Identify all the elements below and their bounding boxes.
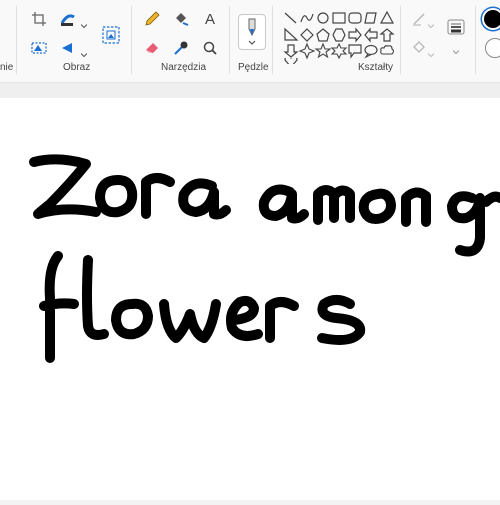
color-picker-icon[interactable] <box>173 40 189 56</box>
chevron-down-icon[interactable] <box>80 16 88 29</box>
arrow-down-shape-icon[interactable] <box>283 43 299 59</box>
five-point-star-shape-icon[interactable] <box>314 42 332 59</box>
diamond-shape-icon[interactable] <box>299 27 315 43</box>
brushes-button[interactable] <box>238 14 266 50</box>
group-separator <box>475 6 476 74</box>
select-icon[interactable] <box>31 40 47 56</box>
chevron-down-icon[interactable] <box>427 45 435 58</box>
group-label-ksztalty: Kształty <box>358 62 394 73</box>
primary-color-swatch[interactable] <box>484 10 500 28</box>
stroke-size-icon[interactable] <box>447 18 465 36</box>
group-label-pedzle: Pędzle <box>238 62 269 73</box>
handwriting-layer <box>29 154 500 363</box>
curve-shape-icon[interactable] <box>299 10 315 26</box>
pentagon-shape-icon[interactable] <box>315 27 331 43</box>
hexagon-shape-icon[interactable] <box>331 27 347 43</box>
group-separator <box>16 6 17 74</box>
four-point-star-shape-icon[interactable] <box>298 42 316 60</box>
shape-fill-icon[interactable] <box>411 40 427 56</box>
chevron-down-icon[interactable] <box>427 16 435 29</box>
triangle-shape-icon[interactable] <box>379 10 395 26</box>
shape-outline-icon[interactable] <box>411 11 427 27</box>
group-label-narzedzia: Narzędzia <box>161 62 207 73</box>
eraser-icon[interactable] <box>144 40 160 56</box>
polygon-shape-icon[interactable] <box>363 10 379 26</box>
rotate-flip-icon[interactable] <box>60 40 76 56</box>
cloud-bubble-shape-icon[interactable] <box>379 43 395 59</box>
group-separator <box>272 6 273 74</box>
chevron-down-icon[interactable] <box>452 42 460 55</box>
ribbon: nie Obraz A Narzędzia Pędzle Kształty <box>0 0 500 82</box>
secondary-color-swatch[interactable] <box>485 38 500 58</box>
crop-icon[interactable] <box>31 11 47 27</box>
group-separator <box>131 6 132 74</box>
group-separator <box>400 6 401 74</box>
oval-shape-icon[interactable] <box>315 10 331 26</box>
arrow-right-shape-icon[interactable] <box>347 27 363 43</box>
line-shape-icon[interactable] <box>283 10 299 26</box>
drawing-canvas[interactable] <box>0 98 500 500</box>
rounded-rectangle-shape-icon[interactable] <box>347 10 363 26</box>
magnifier-icon[interactable] <box>202 40 218 56</box>
speech-bubble-oval-shape-icon[interactable] <box>363 43 379 59</box>
pencil-icon[interactable] <box>144 11 160 27</box>
right-triangle-shape-icon[interactable] <box>283 27 299 43</box>
heart-shape-icon[interactable] <box>283 58 299 64</box>
six-point-star-shape-icon[interactable] <box>330 42 348 60</box>
resize-skew-icon[interactable] <box>60 11 76 27</box>
group-label-partial: nie <box>0 62 14 73</box>
arrow-left-shape-icon[interactable] <box>363 27 379 43</box>
text-tool-icon[interactable]: A <box>202 10 218 28</box>
group-label-obraz: Obraz <box>63 62 91 73</box>
chevron-down-icon[interactable] <box>80 45 88 58</box>
arrow-up-shape-icon[interactable] <box>379 27 395 43</box>
rectangle-shape-icon[interactable] <box>331 10 347 26</box>
image-resize-icon[interactable] <box>102 26 120 44</box>
ribbon-bottom-strip <box>0 82 500 99</box>
fill-bucket-icon[interactable] <box>173 11 189 27</box>
group-separator <box>229 6 230 74</box>
text-tool-glyph: A <box>204 10 215 28</box>
speech-bubble-rect-shape-icon[interactable] <box>347 43 363 59</box>
